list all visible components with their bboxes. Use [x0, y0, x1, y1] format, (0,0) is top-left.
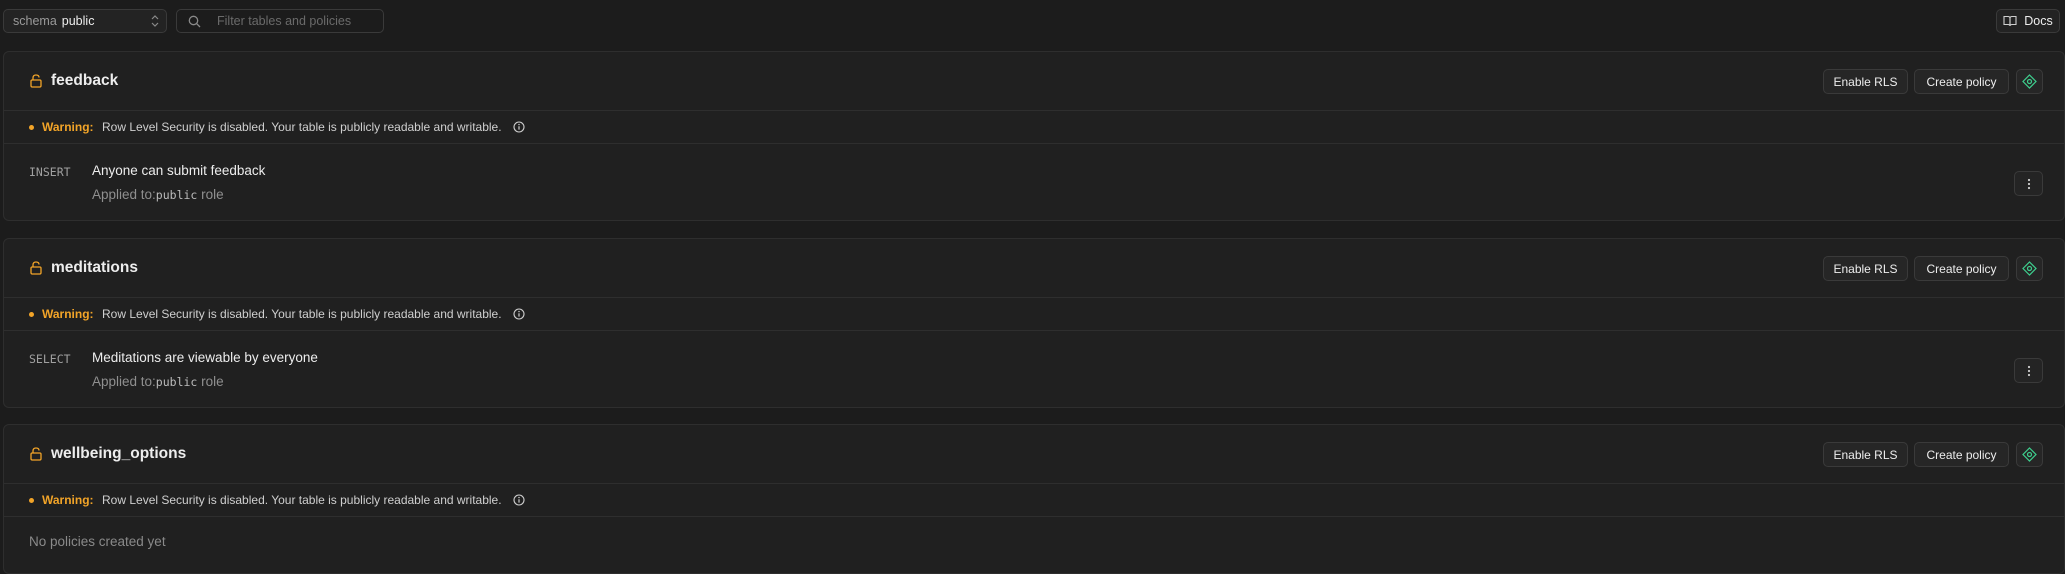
policy-command: INSERT	[29, 165, 71, 179]
policy-applied-to: Applied to:public role	[92, 374, 224, 389]
rls-warning: Warning: Row Level Security is disabled.…	[4, 298, 2064, 331]
enable-rls-button[interactable]: Enable RLS	[1823, 69, 1908, 94]
table-name: wellbeing_options	[51, 445, 187, 462]
search-input[interactable]	[217, 10, 377, 32]
policy-command: SELECT	[29, 352, 71, 366]
warning-label: Warning:	[42, 493, 94, 507]
search-box	[176, 9, 384, 33]
ai-assistant-icon	[2022, 74, 2037, 89]
warning-text: Row Level Security is disabled. Your tab…	[102, 307, 502, 321]
warning-label: Warning:	[42, 307, 94, 321]
schema-value: public	[61, 14, 95, 28]
more-vertical-icon	[2027, 178, 2030, 189]
unlock-icon	[30, 261, 42, 275]
docs-label: Docs	[2024, 14, 2053, 28]
rls-warning: Warning: Row Level Security is disabled.…	[4, 111, 2064, 144]
warning-dot	[29, 312, 34, 317]
create-policy-button[interactable]: Create policy	[1914, 256, 2009, 281]
table-name: meditations	[51, 259, 138, 276]
rls-warning: Warning: Row Level Security is disabled.…	[4, 484, 2064, 517]
policy-role: public	[155, 375, 198, 389]
role-suffix: role	[201, 187, 224, 202]
create-policy-button[interactable]: Create policy	[1914, 69, 2009, 94]
chevron-up-down-icon	[151, 15, 159, 27]
role-suffix: role	[201, 374, 224, 389]
policy-name[interactable]: Meditations are viewable by everyone	[92, 350, 318, 365]
policy-more-button[interactable]	[2014, 358, 2043, 383]
policy-name[interactable]: Anyone can submit feedback	[92, 163, 265, 178]
table-card-wellbeing-options: wellbeing_options Enable RLS Create poli…	[3, 424, 2065, 574]
warning-text: Row Level Security is disabled. Your tab…	[102, 493, 502, 507]
empty-policies-text: No policies created yet	[29, 534, 166, 549]
ai-assistant-button[interactable]	[2016, 69, 2043, 94]
card-header: wellbeing_options Enable RLS Create poli…	[4, 425, 2064, 484]
book-icon	[2003, 15, 2017, 27]
card-header: feedback Enable RLS Create policy	[4, 52, 2064, 111]
docs-button[interactable]: Docs	[1996, 9, 2060, 33]
policy-row: SELECT Meditations are viewable by every…	[4, 331, 2064, 407]
more-vertical-icon	[2027, 365, 2030, 376]
warning-dot	[29, 125, 34, 130]
schema-selector[interactable]: schema public	[3, 9, 167, 33]
create-policy-button[interactable]: Create policy	[1914, 442, 2009, 467]
ai-assistant-icon	[2022, 261, 2037, 276]
toolbar: schema public Docs	[0, 0, 2065, 44]
info-icon[interactable]	[513, 494, 525, 506]
card-header: meditations Enable RLS Create policy	[4, 239, 2064, 298]
info-icon[interactable]	[513, 121, 525, 133]
ai-assistant-button[interactable]	[2016, 256, 2043, 281]
schema-label: schema	[13, 14, 57, 28]
policy-more-button[interactable]	[2014, 171, 2043, 196]
applied-prefix: Applied to:	[92, 187, 156, 202]
enable-rls-button[interactable]: Enable RLS	[1823, 442, 1908, 467]
policy-row: INSERT Anyone can submit feedback Applie…	[4, 144, 2064, 220]
warning-text: Row Level Security is disabled. Your tab…	[102, 120, 502, 134]
warning-dot	[29, 498, 34, 503]
ai-assistant-icon	[2022, 447, 2037, 462]
enable-rls-button[interactable]: Enable RLS	[1823, 256, 1908, 281]
applied-prefix: Applied to:	[92, 374, 156, 389]
search-icon	[188, 15, 201, 28]
empty-policies: No policies created yet	[4, 517, 2064, 573]
table-card-feedback: feedback Enable RLS Create policy Warnin…	[3, 51, 2065, 221]
policy-applied-to: Applied to:public role	[92, 187, 224, 202]
table-name: feedback	[51, 72, 119, 89]
ai-assistant-button[interactable]	[2016, 442, 2043, 467]
policy-role: public	[155, 188, 198, 202]
unlock-icon	[30, 447, 42, 461]
unlock-icon	[30, 74, 42, 88]
info-icon[interactable]	[513, 308, 525, 320]
table-card-meditations: meditations Enable RLS Create policy War…	[3, 238, 2065, 408]
warning-label: Warning:	[42, 120, 94, 134]
